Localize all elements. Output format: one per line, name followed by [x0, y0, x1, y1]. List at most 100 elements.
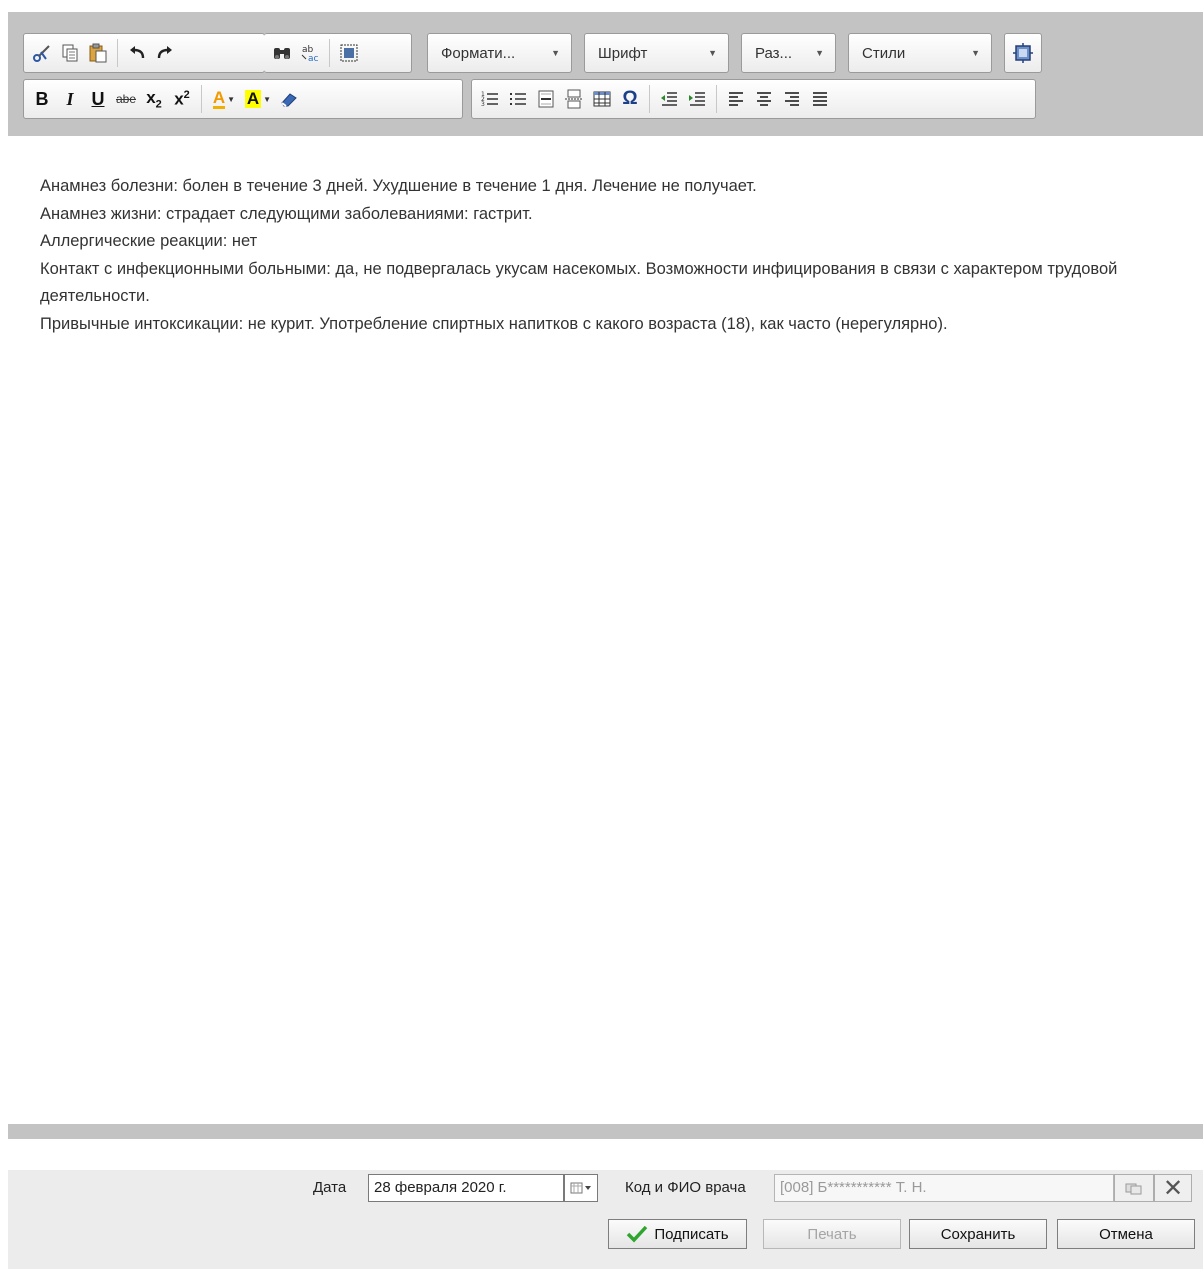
find-group: ab ac — [264, 33, 412, 73]
replace-icon: abac — [301, 45, 319, 63]
format-combo[interactable]: Формати... ▼ — [427, 33, 572, 73]
format-combo-label: Формати... — [441, 44, 516, 62]
chevron-down-icon: ▼ — [971, 48, 980, 58]
replace-button[interactable]: ab ac — [296, 38, 324, 68]
subscript-button[interactable]: x2 — [140, 84, 168, 114]
horizontal-line-icon — [538, 90, 554, 108]
align-left-icon — [729, 92, 743, 106]
undo-button[interactable] — [123, 38, 151, 68]
editor-line: Контакт с инфекционными больными: да, не… — [40, 259, 1118, 306]
toolbar-separator — [649, 85, 650, 113]
align-right-button[interactable] — [778, 84, 806, 114]
paste-icon — [89, 43, 107, 63]
horizontal-line-button[interactable] — [532, 84, 560, 114]
indent-icon — [689, 92, 705, 106]
doctor-input[interactable]: [008] Б*********** Т. Н. — [774, 1174, 1114, 1202]
toolbar-separator — [716, 85, 717, 113]
align-center-button[interactable] — [750, 84, 778, 114]
date-input[interactable]: 28 февраля 2020 г. — [368, 1174, 564, 1202]
page-break-icon — [565, 89, 583, 109]
copy-icon — [62, 44, 78, 62]
special-char-button[interactable]: Ω — [616, 84, 644, 114]
select-all-icon — [340, 44, 358, 62]
align-center-icon — [757, 92, 771, 106]
align-right-icon — [785, 92, 799, 106]
remove-format-button[interactable] — [275, 84, 303, 114]
clear-doctor-button[interactable]: ✕ — [1154, 1174, 1192, 1202]
chevron-down-icon: ▼ — [551, 48, 560, 58]
sign-button[interactable]: Подписать — [608, 1219, 747, 1249]
numbered-list-button[interactable]: 123 — [476, 84, 504, 114]
cut-button[interactable] — [28, 38, 56, 68]
align-justify-icon — [813, 92, 827, 106]
paste-button[interactable] — [84, 38, 112, 68]
sign-button-label: Подписать — [654, 1225, 729, 1243]
indent-button[interactable] — [683, 84, 711, 114]
date-label: Дата — [313, 1179, 347, 1196]
text-color-button[interactable]: A ▼ — [207, 84, 241, 114]
print-button[interactable]: Печать — [763, 1219, 901, 1249]
editor-toolbar: ab ac Формати... ▼ Шрифт ▼ Раз... ▼ Стили… — [8, 12, 1203, 136]
calendar-dropdown-button[interactable] — [564, 1174, 598, 1202]
top-strip — [8, 0, 1203, 12]
table-icon — [593, 91, 611, 107]
outdent-icon — [661, 92, 677, 106]
bulleted-list-icon — [510, 93, 526, 105]
toolbar-separator — [329, 39, 330, 67]
underline-button[interactable]: U — [84, 84, 112, 114]
background-color-icon: A — [244, 89, 262, 108]
find-button[interactable] — [268, 38, 296, 68]
svg-text:3: 3 — [481, 101, 485, 108]
special-char-icon: Ω — [622, 88, 638, 109]
align-left-button[interactable] — [722, 84, 750, 114]
doctor-label: Код и ФИО врача — [625, 1179, 746, 1196]
print-button-label: Печать — [807, 1225, 857, 1243]
bold-button[interactable]: B — [28, 84, 56, 114]
svg-text:ac: ac — [308, 54, 319, 63]
chevron-down-icon: ▼ — [708, 48, 717, 58]
underline-icon: U — [91, 88, 105, 109]
font-combo[interactable]: Шрифт ▼ — [584, 33, 729, 73]
size-combo-label: Раз... — [755, 44, 793, 62]
scissors-icon — [33, 45, 50, 62]
toolbar-separator — [201, 85, 202, 113]
strikethrough-button[interactable]: abe — [112, 84, 140, 114]
size-combo[interactable]: Раз... ▼ — [741, 33, 836, 73]
editor-line: Аллергические реакции: нет — [40, 232, 258, 250]
bulleted-list-button[interactable] — [504, 84, 532, 114]
styles-combo[interactable]: Стили ▼ — [848, 33, 992, 73]
editor-line: Анамнез болезни: болен в течение 3 дней.… — [40, 177, 757, 195]
cancel-button-label: Отмена — [1099, 1225, 1153, 1243]
calendar-icon — [570, 1182, 591, 1194]
copy-button[interactable] — [56, 38, 84, 68]
save-button[interactable]: Сохранить — [909, 1219, 1047, 1249]
align-justify-button[interactable] — [806, 84, 834, 114]
background-color-button[interactable]: A ▼ — [241, 84, 275, 114]
strikethrough-icon: abe — [115, 92, 137, 106]
maximize-icon — [1013, 43, 1033, 63]
numbered-list-icon: 123 — [481, 91, 498, 108]
maximize-button[interactable] — [1004, 33, 1042, 73]
lookup-icon — [1125, 1183, 1142, 1195]
text-color-icon: A — [212, 87, 226, 109]
subscript-icon: x2 — [146, 87, 162, 111]
outdent-button[interactable] — [655, 84, 683, 114]
cancel-button[interactable]: Отмена — [1057, 1219, 1195, 1249]
redo-button[interactable] — [151, 38, 179, 68]
page-break-button[interactable] — [560, 84, 588, 114]
styles-combo-label: Стили — [862, 44, 906, 62]
select-doctor-button[interactable] — [1114, 1174, 1154, 1202]
superscript-button[interactable]: x2 — [168, 84, 196, 114]
font-combo-label: Шрифт — [598, 44, 648, 62]
text-style-group: B I U abe x2 x2 A ▼ A ▼ — [23, 79, 463, 119]
italic-button[interactable]: I — [56, 84, 84, 114]
italic-icon: I — [66, 88, 74, 109]
select-all-button[interactable] — [335, 38, 363, 68]
binoculars-find-icon — [274, 48, 290, 59]
chevron-down-icon: ▼ — [263, 94, 272, 104]
close-icon: ✕ — [1162, 1174, 1184, 1202]
editor-content-area[interactable]: Анамнез болезни: болен в течение 3 дней.… — [40, 173, 1170, 338]
superscript-icon: x2 — [174, 88, 190, 109]
eraser-icon — [281, 93, 297, 107]
table-button[interactable] — [588, 84, 616, 114]
